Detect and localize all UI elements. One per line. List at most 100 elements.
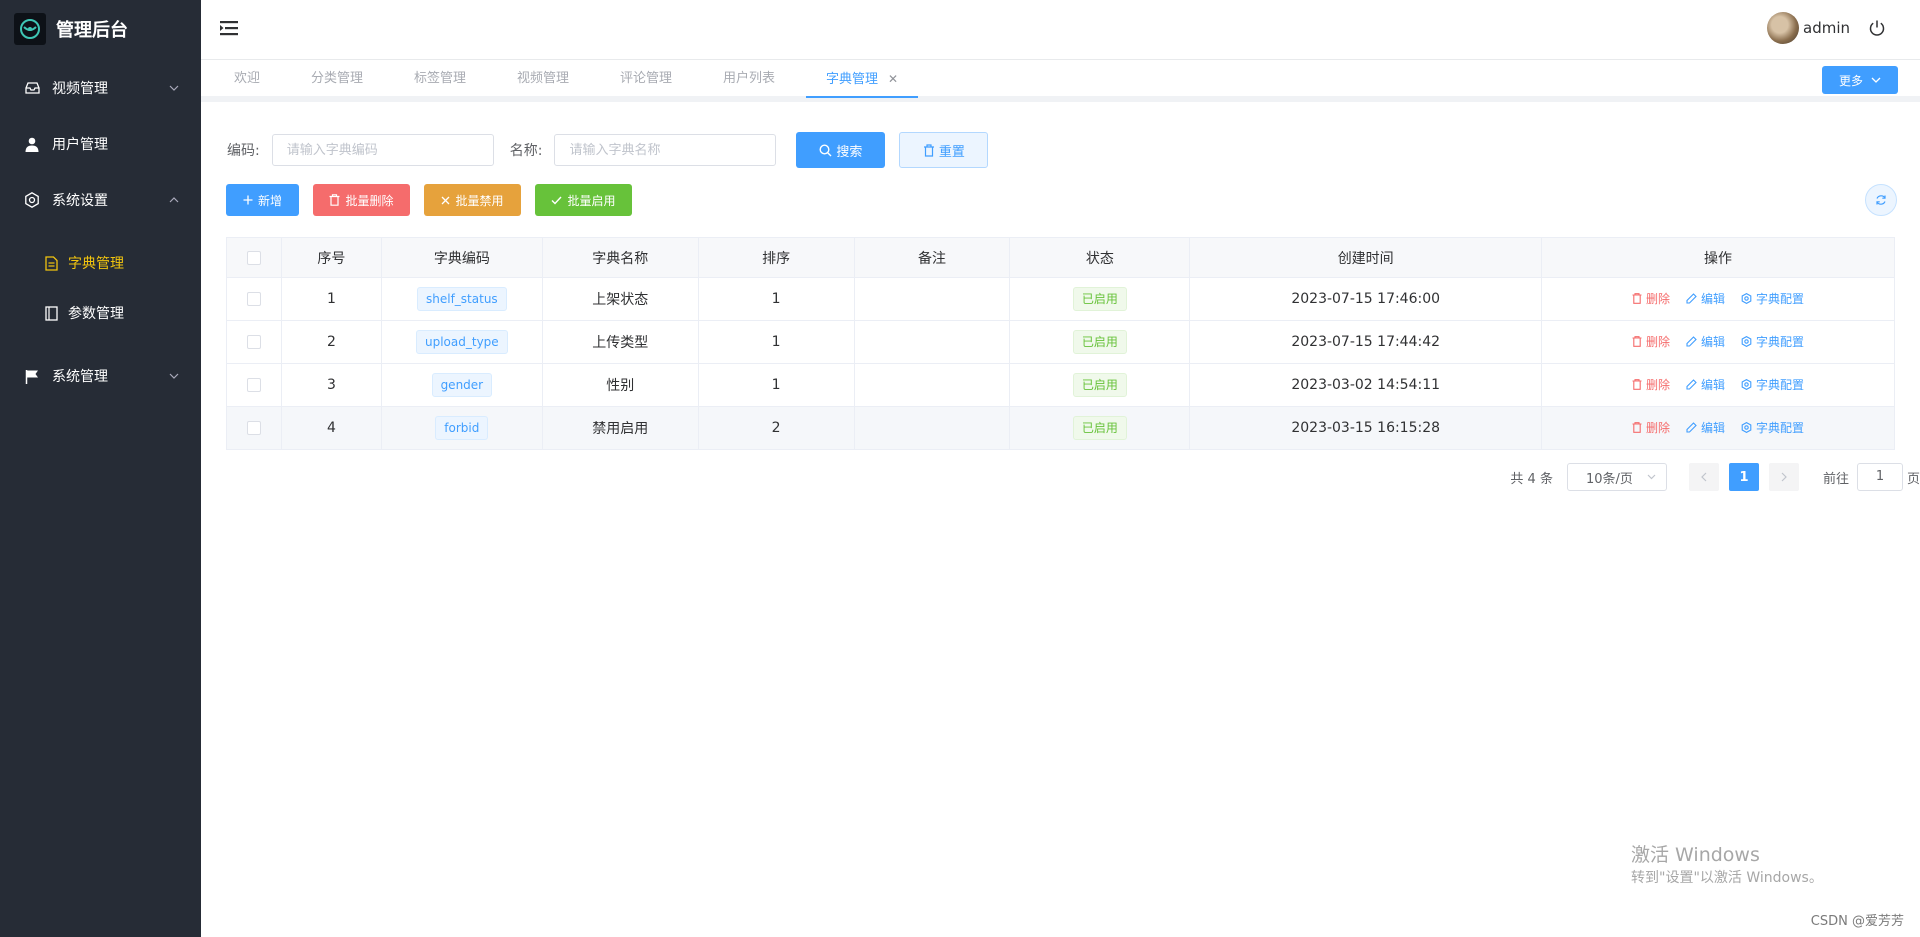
windows-activation-hint: 转到"设置"以激活 Windows。 bbox=[1631, 870, 1823, 886]
edit-icon bbox=[1686, 379, 1697, 390]
delete-button[interactable]: 删除 bbox=[1632, 419, 1670, 436]
sidebar: 管理后台 视频管理 用户管理 系统设置 字典管理 参数管理 系统管理 bbox=[0, 0, 201, 937]
table-row[interactable]: 3 gender 性别 1 已启用 2023-03-02 14:54:11 删除… bbox=[226, 363, 1895, 407]
delete-button[interactable]: 删除 bbox=[1632, 333, 1670, 350]
refresh-button[interactable] bbox=[1865, 184, 1897, 216]
status-badge: 已启用 bbox=[1072, 373, 1127, 397]
name-cell: 上架状态 bbox=[541, 277, 699, 321]
row-checkbox[interactable] bbox=[246, 378, 261, 392]
edit-button[interactable]: 编辑 bbox=[1686, 419, 1725, 436]
sort-cell: 1 bbox=[697, 277, 855, 321]
top-header: admin bbox=[201, 0, 1920, 60]
tab-category[interactable]: 分类管理 bbox=[311, 60, 363, 98]
sidebar-item-params[interactable]: 参数管理 bbox=[0, 288, 201, 338]
avatar[interactable] bbox=[1767, 12, 1799, 44]
sidebar-item-label: 系统管理 bbox=[52, 369, 108, 385]
edit-button[interactable]: 编辑 bbox=[1686, 333, 1725, 350]
brand[interactable]: 管理后台 bbox=[0, 0, 201, 58]
tab-tags[interactable]: 标签管理 bbox=[414, 60, 466, 98]
chevron-down-icon bbox=[169, 371, 179, 381]
code-search-input[interactable] bbox=[271, 134, 494, 166]
row-checkbox[interactable] bbox=[246, 421, 261, 435]
row-checkbox[interactable] bbox=[246, 335, 261, 349]
sidebar-item-video[interactable]: 视频管理 bbox=[0, 60, 201, 116]
sidebar-item-system-settings[interactable]: 系统设置 bbox=[0, 172, 201, 228]
delete-label: 删除 bbox=[1646, 292, 1671, 306]
delete-button[interactable]: 删除 bbox=[1632, 290, 1670, 307]
sort-cell: 2 bbox=[697, 406, 855, 450]
config-label: 字典配置 bbox=[1756, 335, 1805, 349]
batch-disable-button[interactable]: 批量禁用 bbox=[424, 184, 521, 216]
reset-button[interactable]: 重置 bbox=[899, 132, 989, 168]
prev-page-button[interactable] bbox=[1688, 463, 1719, 491]
pagination: 共 4 条 10条/页 1 前往 1 页 bbox=[1510, 463, 1920, 491]
table-row[interactable]: 2 upload_type 上传类型 1 已启用 2023-07-15 17:4… bbox=[226, 320, 1895, 364]
add-button[interactable]: 新增 bbox=[226, 184, 299, 216]
index-cell: 2 bbox=[280, 320, 382, 364]
remark-cell bbox=[853, 406, 1011, 450]
sort-cell: 1 bbox=[697, 363, 855, 407]
column-header: 序号 bbox=[280, 237, 382, 278]
table-row[interactable]: 4 forbid 禁用启用 2 已启用 2023-03-15 16:15:28 … bbox=[226, 406, 1895, 450]
search-button[interactable]: 搜索 bbox=[796, 132, 886, 168]
name-cell: 性别 bbox=[541, 363, 699, 407]
select-all-checkbox[interactable] bbox=[246, 250, 261, 265]
tab-user-list[interactable]: 用户列表 bbox=[723, 60, 775, 98]
batch-delete-button[interactable]: 批量删除 bbox=[313, 184, 410, 216]
menu-fold-icon[interactable] bbox=[219, 18, 239, 38]
edit-label: 编辑 bbox=[1701, 378, 1726, 392]
created-cell: 2023-03-15 16:15:28 bbox=[1189, 406, 1543, 450]
tab-welcome[interactable]: 欢迎 bbox=[234, 60, 260, 98]
user-menu[interactable]: admin bbox=[1767, 12, 1886, 44]
status-cell: 已启用 bbox=[1009, 363, 1191, 407]
config-button[interactable]: 字典配置 bbox=[1741, 290, 1804, 307]
code-label: 编码: bbox=[227, 143, 260, 159]
column-header: 备注 bbox=[853, 237, 1011, 278]
sidebar-item-users[interactable]: 用户管理 bbox=[0, 116, 201, 172]
page-number[interactable]: 1 bbox=[1728, 463, 1759, 491]
edit-button[interactable]: 编辑 bbox=[1686, 290, 1725, 307]
trash-icon bbox=[1632, 336, 1642, 347]
more-button[interactable]: 更多 bbox=[1822, 66, 1898, 94]
table-row[interactable]: 1 shelf_status 上架状态 1 已启用 2023-07-15 17:… bbox=[226, 277, 1895, 321]
brand-title: 管理后台 bbox=[56, 20, 128, 41]
goto-page-input[interactable]: 1 bbox=[1856, 463, 1903, 491]
config-label: 字典配置 bbox=[1756, 292, 1805, 306]
next-page-button[interactable] bbox=[1768, 463, 1799, 491]
column-header: 状态 bbox=[1009, 237, 1191, 278]
chevron-right-icon bbox=[1781, 472, 1787, 482]
tab-dictionary[interactable]: 字典管理 ✕ bbox=[806, 60, 919, 98]
sidebar-item-system-management[interactable]: 系统管理 bbox=[0, 348, 201, 404]
power-icon[interactable] bbox=[1868, 19, 1886, 37]
name-search-input[interactable] bbox=[554, 134, 777, 166]
add-label: 新增 bbox=[257, 193, 282, 208]
code-tag: forbid bbox=[435, 416, 489, 440]
config-button[interactable]: 字典配置 bbox=[1741, 333, 1804, 350]
config-button[interactable]: 字典配置 bbox=[1741, 376, 1804, 393]
sidebar-item-label: 参数管理 bbox=[68, 306, 124, 322]
config-button[interactable]: 字典配置 bbox=[1741, 419, 1804, 436]
status-cell: 已启用 bbox=[1009, 406, 1191, 450]
page-size-select[interactable]: 10条/页 bbox=[1566, 463, 1667, 491]
chevron-down-icon bbox=[1871, 75, 1881, 85]
csdn-credit: CSDN @爱芳芳 bbox=[1810, 914, 1904, 929]
code-cell: gender bbox=[380, 363, 543, 407]
trash-icon bbox=[1632, 379, 1642, 390]
status-badge: 已启用 bbox=[1072, 287, 1127, 311]
sidebar-item-dictionary[interactable]: 字典管理 bbox=[0, 238, 201, 288]
edit-button[interactable]: 编辑 bbox=[1686, 376, 1725, 393]
gear-icon bbox=[1741, 379, 1752, 390]
batch-enable-button[interactable]: 批量启用 bbox=[535, 184, 632, 216]
tab-video[interactable]: 视频管理 bbox=[517, 60, 569, 98]
remark-cell bbox=[853, 320, 1011, 364]
tab-label: 字典管理 bbox=[826, 72, 879, 87]
checkbox-cell bbox=[226, 363, 282, 407]
flag-icon bbox=[24, 368, 40, 384]
row-checkbox[interactable] bbox=[246, 292, 261, 306]
delete-button[interactable]: 删除 bbox=[1632, 376, 1670, 393]
close-icon[interactable]: ✕ bbox=[888, 72, 898, 86]
username[interactable]: admin bbox=[1803, 19, 1850, 37]
select-all-cell bbox=[226, 237, 282, 278]
tab-comments[interactable]: 评论管理 bbox=[620, 60, 672, 98]
main-content: 编码: 名称: 搜索 重置 新增 批量删除 批量禁用 批量启用 bbox=[201, 108, 1920, 937]
